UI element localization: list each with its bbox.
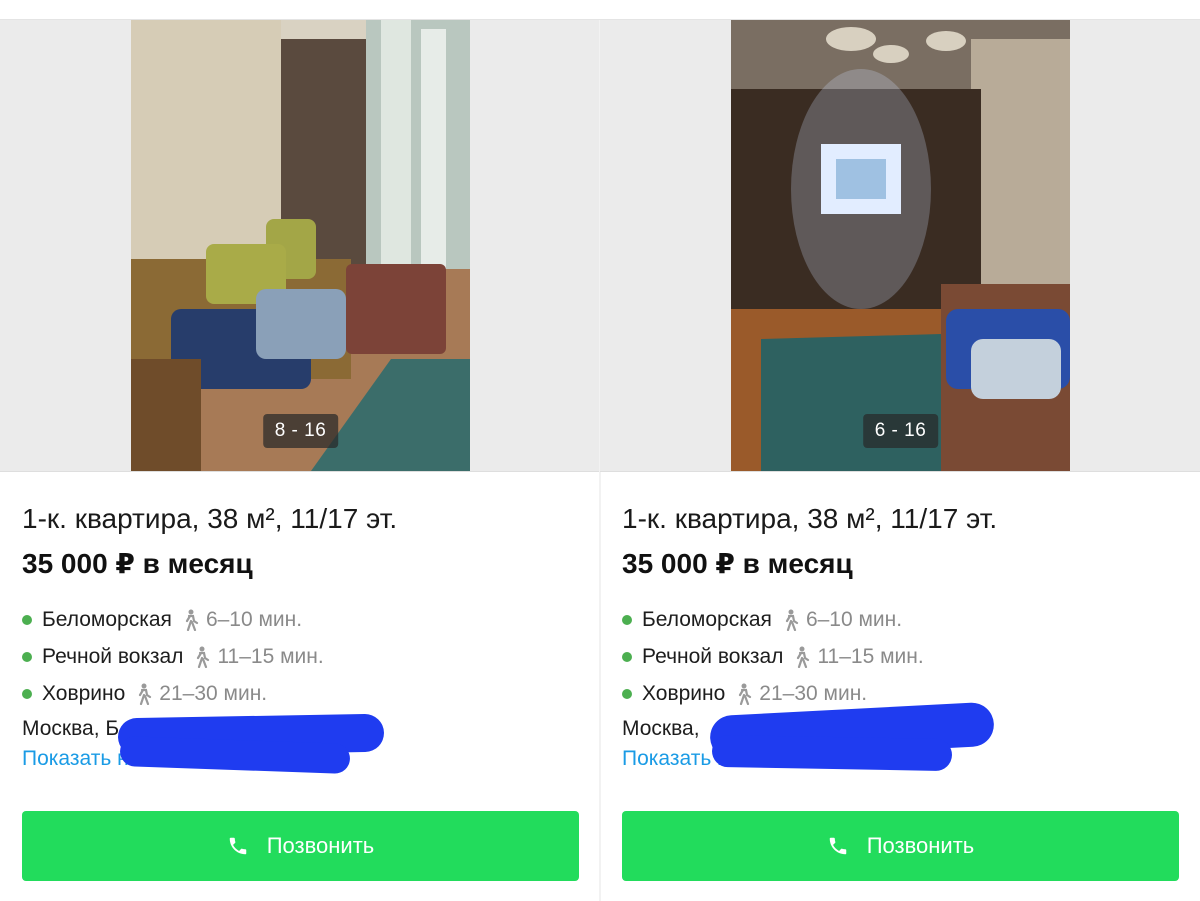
metro-station: Речной вокзал bbox=[42, 644, 184, 668]
metro-line-dot bbox=[622, 688, 632, 699]
metro-item: Беломорская 6–10 мин. bbox=[22, 601, 582, 638]
metro-station: Речной вокзал bbox=[642, 644, 784, 668]
walking-person-icon bbox=[185, 609, 199, 631]
metro-station: Ховрино bbox=[42, 681, 126, 705]
metro-station: Беломорская bbox=[642, 607, 772, 631]
metro-walk-time: 21–30 мин. bbox=[759, 681, 868, 705]
listing-title[interactable]: 1-к. квартира, 38 м², 11/17 эт. bbox=[22, 495, 582, 543]
metro-item: Речной вокзал 11–15 мин. bbox=[622, 638, 1182, 675]
room-photo-illustration bbox=[131, 19, 470, 471]
photo-gallery[interactable]: 8 - 16 bbox=[0, 19, 600, 472]
call-button[interactable]: Позвонить bbox=[622, 811, 1179, 881]
walking-person-icon bbox=[139, 683, 152, 705]
metro-list: Беломорская 6–10 мин. Речной вокзал 11–1… bbox=[622, 601, 1182, 712]
redaction-scribble bbox=[711, 734, 953, 772]
metro-walk-time: 21–30 мин. bbox=[159, 681, 268, 705]
listing-photo[interactable]: 6 - 16 bbox=[731, 19, 1070, 471]
metro-line-dot bbox=[22, 651, 32, 662]
metro-item: Ховрино 21–30 мин. bbox=[22, 675, 582, 712]
walking-person-icon bbox=[197, 646, 210, 668]
call-button[interactable]: Позвонить bbox=[22, 811, 579, 881]
walking-person-icon bbox=[797, 646, 810, 668]
phone-icon bbox=[229, 837, 246, 855]
listing-price: 35 000 ₽ в месяц bbox=[22, 548, 253, 579]
walking-person-icon bbox=[739, 683, 752, 705]
listing-price: 35 000 ₽ в месяц bbox=[622, 548, 853, 579]
metro-line-dot bbox=[622, 614, 632, 625]
listing-card-1[interactable]: 8 - 16 1-к. квартира, 38 м², 11/17 эт. 3… bbox=[0, 0, 600, 901]
metro-item: Беломорская 6–10 мин. bbox=[622, 601, 1182, 638]
call-button-label: Позвонить bbox=[866, 833, 975, 858]
listing-card-2[interactable]: 6 - 16 1-к. квартира, 38 м², 11/17 эт. 3… bbox=[600, 0, 1200, 901]
walking-person-icon bbox=[785, 609, 799, 631]
listing-title[interactable]: 1-к. квартира, 38 м², 11/17 эт. bbox=[622, 495, 1182, 543]
photo-gallery[interactable]: 6 - 16 bbox=[600, 19, 1200, 472]
metro-walk-time: 6–10 мин. bbox=[205, 607, 303, 631]
listing-photo[interactable]: 8 - 16 bbox=[131, 19, 470, 471]
photo-counter: 8 - 16 bbox=[262, 414, 339, 448]
metro-walk-time: 6–10 мин. bbox=[805, 607, 903, 631]
top-bar bbox=[0, 0, 1200, 20]
metro-walk-time: 11–15 мин. bbox=[217, 644, 324, 668]
metro-line-dot bbox=[22, 614, 32, 625]
photo-counter: 6 - 16 bbox=[862, 414, 939, 448]
metro-line-dot bbox=[22, 688, 32, 699]
metro-station: Ховрино bbox=[642, 681, 726, 705]
metro-item: Речной вокзал 11–15 мин. bbox=[22, 638, 582, 675]
room-photo-illustration bbox=[731, 19, 1070, 471]
call-button-label: Позвонить bbox=[266, 833, 375, 858]
metro-line-dot bbox=[622, 651, 632, 662]
metro-list: Беломорская 6–10 мин. Речной вокзал 11–1… bbox=[22, 601, 582, 712]
metro-walk-time: 11–15 мин. bbox=[817, 644, 924, 668]
phone-icon bbox=[829, 837, 846, 855]
metro-station: Беломорская bbox=[42, 607, 172, 631]
